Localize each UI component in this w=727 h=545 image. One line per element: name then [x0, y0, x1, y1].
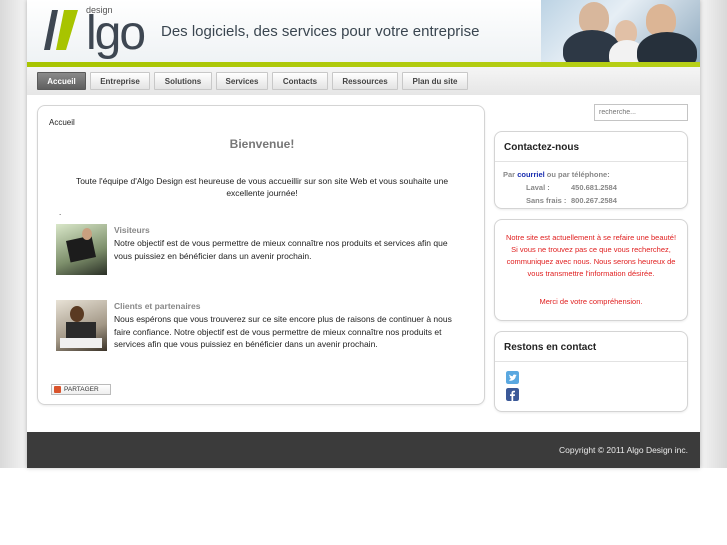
social-title: Restons en contact: [504, 342, 597, 353]
nav-item-solutions[interactable]: Solutions: [154, 72, 212, 90]
contact-box: Contactez-nous Par courriel ou par télép…: [494, 131, 688, 209]
share-label: PARTAGER: [64, 386, 99, 393]
contact-prefix: Par: [503, 170, 516, 179]
contact-method-line: Par courriel ou par téléphone:: [503, 170, 610, 179]
section-text-visiteurs: Notre objectif est de vous permettre de …: [114, 238, 448, 261]
phone-laval[interactable]: 450.681.2584: [571, 183, 617, 192]
copyright-text: Copyright © 2011 Algo Design inc.: [559, 445, 688, 455]
main-content: Accueil Bienvenue! Toute l'équipe d'Algo…: [37, 105, 485, 405]
twitter-icon[interactable]: [506, 371, 519, 384]
notice-thanks: Merci de votre compréhension.: [539, 297, 643, 306]
nav-item-accueil[interactable]: Accueil: [37, 72, 86, 90]
contact-divider: [495, 161, 687, 162]
header-photo: [541, 0, 700, 64]
phone-tollfree-label: Sans frais :: [526, 196, 567, 205]
breadcrumb[interactable]: Accueil: [49, 118, 75, 127]
logo-text: lgo: [86, 7, 146, 60]
section-text-clients: Nous espérons que vous trouverez sur ce …: [114, 314, 452, 349]
notice-box: Notre site est actuellement à se refaire…: [494, 219, 688, 321]
nav-item-contacts[interactable]: Contacts: [272, 72, 328, 90]
nav-item-entreprise[interactable]: Entreprise: [90, 72, 150, 90]
logo-mark-icon: [44, 10, 78, 50]
section-title-clients: Clients et partenaires: [114, 301, 201, 311]
page-title: Bienvenue!: [229, 137, 295, 151]
notice-text: Notre site est actuellement à se refaire…: [505, 233, 677, 278]
nav-item-ressources[interactable]: Ressources: [332, 72, 398, 90]
search-input[interactable]: [594, 104, 688, 121]
logo[interactable]: design lgo: [44, 4, 172, 60]
share-button[interactable]: PARTAGER: [51, 384, 111, 395]
facebook-icon[interactable]: [506, 388, 519, 401]
phone-tollfree[interactable]: 800.267.2584: [571, 196, 617, 205]
site-container: design lgo Des logiciels, des services p…: [27, 0, 700, 468]
clients-image: [56, 300, 107, 351]
visitors-image: [56, 224, 107, 275]
tagline: Des logiciels, des services pour votre e…: [161, 23, 480, 40]
separator-dot: .: [59, 208, 62, 217]
header: design lgo Des logiciels, des services p…: [27, 0, 700, 64]
social-box: Restons en contact: [494, 331, 688, 412]
section-title-visiteurs: Visiteurs: [114, 225, 150, 235]
nav-item-services[interactable]: Services: [216, 72, 268, 90]
contact-suffix: ou par téléphone:: [546, 170, 610, 179]
nav-item-plan-du-site[interactable]: Plan du site: [402, 72, 468, 90]
phone-laval-label: Laval :: [526, 183, 550, 192]
intro-text: Toute l'équipe d'Algo Design est heureus…: [75, 176, 449, 198]
share-icon: [54, 386, 61, 393]
main-nav: Accueil Entreprise Solutions Services Co…: [27, 67, 700, 95]
social-divider: [495, 361, 687, 362]
email-link[interactable]: courriel: [517, 170, 545, 179]
footer: Copyright © 2011 Algo Design inc.: [27, 432, 700, 468]
contact-title: Contactez-nous: [504, 142, 579, 153]
